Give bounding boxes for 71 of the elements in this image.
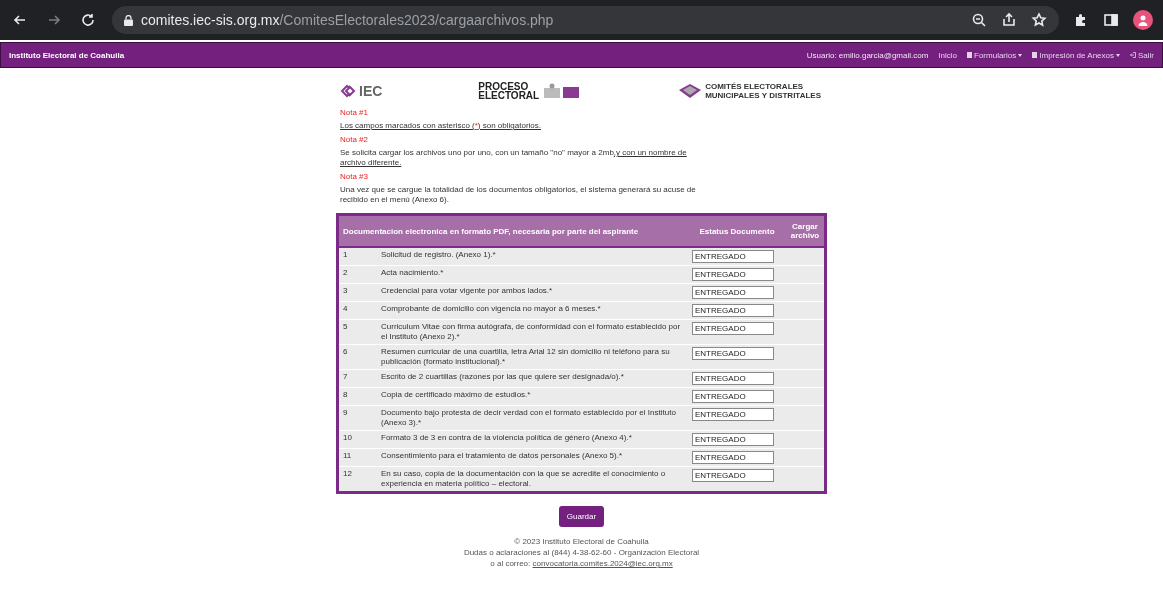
note-title: Nota #3 — [340, 172, 370, 181]
status-field[interactable]: ENTREGADO — [692, 408, 774, 421]
save-button[interactable]: Guardar — [558, 506, 605, 527]
document-name: En su caso, copia de la documentación con la que se acredite el conocimiento o experiencia en materia político – electoral. — [377, 466, 688, 493]
document-name: Consentimiento para el tratamiento de datos personales (Anexo 5).* — [377, 448, 688, 467]
note-text: Una vez que se cargue la totalidad de los documentos obligatorios, el sistema generará su acuse de recibido en el menú (Anexo 6). — [340, 185, 697, 205]
column-header: Documentacion electronica en formato PDF, necesaria por parte del aspirante — [337, 214, 688, 247]
user-label: Usuario: emilio.garcia@gmail.com — [806, 50, 929, 60]
caret-icon — [1018, 53, 1023, 57]
document-name: Credencial para votar vigente por ambos lados.* — [377, 283, 688, 302]
email-text: o al correo: convocatoria.comites.2024@iec.org.mx — [490, 559, 673, 569]
status-field[interactable]: ENTREGADO — [692, 372, 774, 385]
document-name: Comprobante de domicilio con vigencia no mayor a 6 meses.* — [377, 301, 688, 320]
row-number: 12 — [337, 466, 377, 493]
status-field[interactable]: ENTREGADO — [692, 451, 774, 464]
row-number: 5 — [337, 319, 377, 345]
iec-logo: IEC — [340, 83, 383, 99]
share-icon[interactable] — [1001, 12, 1017, 28]
note-text: Se solicita cargar los archivos uno por uno, con un tamaño "no" mayor a 2mb,y con un nombre de archivo diferente. — [340, 148, 688, 168]
document-icon — [967, 52, 973, 58]
document-icon — [1032, 52, 1038, 58]
nav-link[interactable]: Inicio — [938, 50, 958, 60]
document-name: Formato 3 de 3 en contra de la violencia política de género (Anexo 4).* — [377, 430, 688, 449]
document-name: Documento bajo protesta de decir verdad con el formato establecido por el Instituto (Anexo 3).* — [377, 405, 688, 431]
profile-avatar[interactable] — [1133, 10, 1153, 30]
row-number: 7 — [337, 369, 377, 388]
status-field[interactable]: ENTREGADO — [692, 286, 774, 299]
column-header: Estatus Documento — [688, 214, 786, 247]
nav-link[interactable]: Impresión de Anexos — [1032, 50, 1120, 60]
copyright-text: © 2023 Instituto Electoral de Coahuila — [514, 537, 649, 547]
navbar-brand[interactable]: Instituto Electoral de Coahuila — [9, 50, 125, 60]
note-title: Nota #1 — [340, 108, 370, 117]
caret-icon — [1116, 53, 1120, 57]
row-number: 9 — [337, 405, 377, 431]
row-number: 1 — [337, 247, 377, 266]
status-field[interactable]: ENTREGADO — [692, 390, 774, 403]
proceso-electoral-logo: PROCESO ELECTORAL — [478, 82, 583, 100]
status-field[interactable]: ENTREGADO — [692, 347, 774, 360]
row-number: 3 — [337, 283, 377, 302]
nav-link[interactable]: Salir — [1130, 50, 1154, 60]
row-number: 11 — [337, 448, 377, 467]
side-panel-icon[interactable] — [1103, 12, 1119, 28]
row-number: 6 — [337, 344, 377, 370]
column-header: Cargar archivo — [786, 214, 826, 247]
row-number: 10 — [337, 430, 377, 449]
document-name: Acta nacimiento.* — [377, 265, 688, 284]
status-field[interactable]: ENTREGADO — [692, 433, 774, 446]
document-name: Curriculum Vitae con firma autógrafa, de conformidad con el formato establecido por el Instituto (Anexo 2).* — [377, 319, 688, 345]
contact-text: Dudas o aclaraciones al (844) 4-38-62-60 - Organización Electoral — [463, 548, 700, 558]
document-name: Copia de certificado máximo de estudios.* — [377, 387, 688, 406]
url-text: comites.iec-sis.org.mx/ComitesElectorales2023/cargaarchivos.php — [141, 12, 555, 28]
star-icon[interactable] — [1031, 12, 1047, 28]
comites-logo: COMITÉS ELECTORALES MUNICIPALES Y DISTRITALES — [678, 82, 821, 100]
nav-link[interactable]: Formularios — [967, 50, 1023, 60]
address-bar[interactable]: comites.iec-sis.org.mx/ComitesElectorales2023/cargaarchivos.php — [112, 6, 1059, 34]
lock-icon — [124, 14, 133, 26]
email-link[interactable]: convocatoria.comites.2024@iec.org.mx — [532, 559, 673, 568]
zoom-icon[interactable] — [971, 12, 987, 28]
row-number: 8 — [337, 387, 377, 406]
document-name: Resumen curricular de una cuartilla, letra Arial 12 sin domicilio ni teléfono para su publicación (formato institucional).* — [377, 344, 688, 370]
document-name: Escrito de 2 cuartillas (razones por las que quiere ser designada/o).* — [377, 369, 688, 388]
status-field[interactable]: ENTREGADO — [692, 250, 774, 263]
row-number: 2 — [337, 265, 377, 284]
status-field[interactable]: ENTREGADO — [692, 469, 774, 482]
note-text: Los campos marcados con asterisco (*) son obligatorios. — [340, 121, 542, 131]
logout-icon — [1130, 52, 1136, 58]
status-field[interactable]: ENTREGADO — [692, 304, 774, 317]
status-field[interactable]: ENTREGADO — [692, 322, 774, 335]
note-title: Nota #2 — [340, 135, 370, 144]
status-field[interactable]: ENTREGADO — [692, 268, 774, 281]
row-number: 4 — [337, 301, 377, 320]
